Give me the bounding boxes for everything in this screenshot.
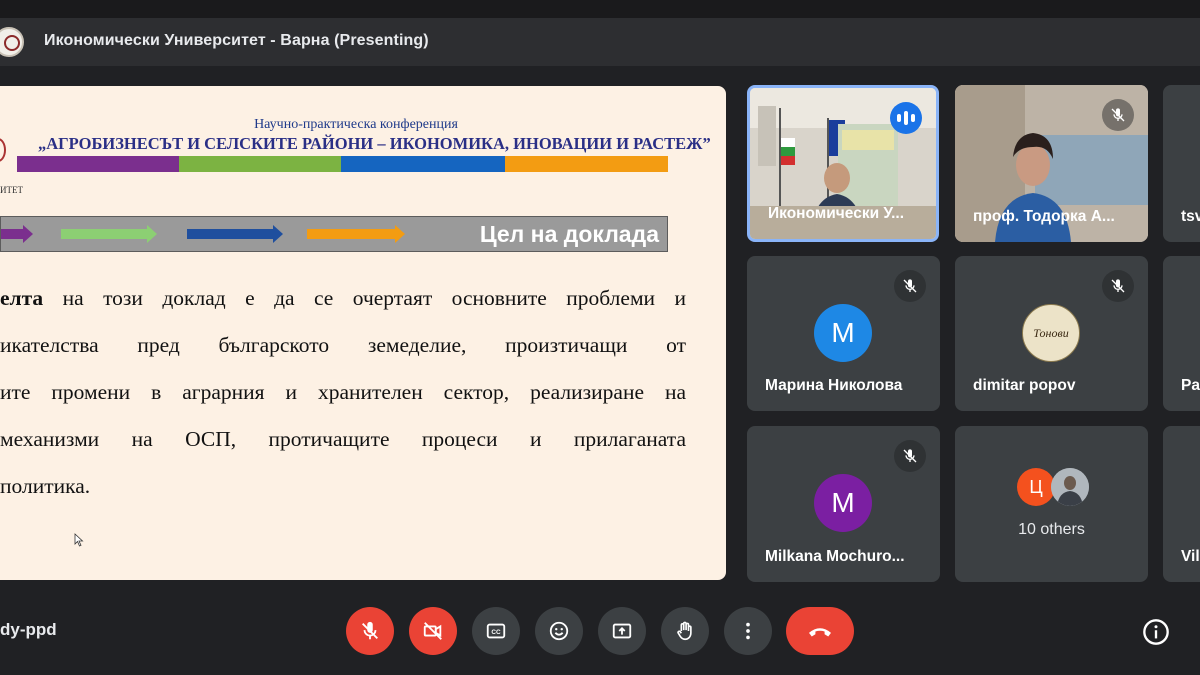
- participant-tile-7[interactable]: M Milkana Mochuro...: [747, 426, 940, 582]
- stripe-purple: [17, 156, 179, 172]
- mic-off-icon: [362, 621, 378, 640]
- participant-name: dimitar popov: [973, 377, 1076, 394]
- stripe-orange: [505, 156, 668, 172]
- body-bold-word: елта: [0, 286, 44, 310]
- goal-banner: Цел на доклада: [0, 216, 668, 252]
- body-line-1: елта на този доклад е да се очертаят осн…: [0, 286, 686, 333]
- university-logo-icon: [0, 27, 24, 57]
- avatar-photo: [1051, 468, 1089, 506]
- participant-tile-others[interactable]: Ц 10 others: [955, 426, 1148, 582]
- body-line-5: политика.: [0, 474, 91, 498]
- participant-name: Pa: [1181, 377, 1200, 394]
- participant-tile-2[interactable]: проф. Тодорка А...: [955, 85, 1148, 242]
- conference-subtitle: „АГРОБИЗНЕСЪТ И СЕЛСКИТЕ РАЙОНИ – ИКОНОМ…: [38, 134, 711, 153]
- info-icon[interactable]: [1142, 618, 1170, 646]
- raise-hand-icon: [677, 621, 692, 641]
- camera-toggle-button[interactable]: [409, 607, 457, 655]
- avatar: M: [814, 474, 872, 532]
- present-screen-icon: [612, 623, 632, 639]
- body-line-3: ите промени в аграрния и хранителен сект…: [0, 380, 686, 404]
- body-line-4: механизми на ОСП, протичащите процеси и …: [0, 427, 686, 451]
- mouse-cursor-icon: [74, 533, 84, 547]
- mic-off-icon: [1102, 270, 1134, 302]
- more-vert-icon: [746, 622, 750, 640]
- captions-button[interactable]: CC: [472, 607, 520, 655]
- participant-tile-6[interactable]: Pa: [1163, 256, 1200, 411]
- present-button[interactable]: [598, 607, 646, 655]
- speaking-indicator-icon: [890, 102, 922, 134]
- body-line-1-text: на този доклад е да се очертаят основнит…: [43, 286, 686, 310]
- mic-toggle-button[interactable]: [346, 607, 394, 655]
- participant-name: tsv: [1181, 208, 1200, 225]
- more-options-button[interactable]: [724, 607, 772, 655]
- participant-name: Марина Николова: [765, 377, 903, 394]
- avatar: Тонови: [1022, 304, 1080, 362]
- title-bar: Икономически Университет - Варна (Presen…: [0, 18, 1200, 66]
- participant-tile-1[interactable]: Икономически У...: [747, 85, 939, 242]
- emoji-icon: [549, 621, 569, 641]
- goal-title: Цел на доклада: [479, 221, 659, 247]
- stripe-blue: [341, 156, 505, 172]
- participant-name: проф. Тодорка А...: [973, 208, 1115, 225]
- arrow-orange: [307, 225, 405, 243]
- avatar: М: [814, 304, 872, 362]
- mic-off-icon: [1102, 99, 1134, 131]
- arrow-purple: [1, 225, 33, 243]
- slide-body-text: елта на този доклад е да се очертаят осн…: [0, 286, 686, 521]
- participant-tile-9[interactable]: Vil: [1163, 426, 1200, 582]
- avatar-text: Тонови: [1033, 325, 1069, 340]
- emblem-icon: [0, 138, 6, 162]
- participant-name: Milkana Mochuro...: [765, 548, 905, 565]
- captions-icon: CC: [486, 623, 506, 639]
- participant-name: Vil: [1181, 548, 1200, 565]
- top-strip: [0, 0, 1200, 18]
- svg-text:CC: CC: [491, 629, 501, 636]
- stripe-green: [179, 156, 341, 172]
- participant-tile-4[interactable]: М Марина Николова: [747, 256, 940, 411]
- emblem-text: ИТЕТ: [0, 185, 23, 195]
- emoji-button[interactable]: [535, 607, 583, 655]
- window-title: Икономически Университет - Варна (Presen…: [44, 32, 429, 49]
- end-call-icon: [809, 628, 831, 637]
- arrow-blue: [187, 225, 283, 243]
- arrow-green: [61, 225, 157, 243]
- mic-off-icon: [894, 270, 926, 302]
- participant-tile-3[interactable]: tsv: [1163, 85, 1200, 242]
- meeting-controls: dy-ppd CC: [0, 590, 1200, 675]
- participant-tile-5[interactable]: Тонови dimitar popov: [955, 256, 1148, 411]
- camera-off-icon: [423, 622, 442, 640]
- participant-name: Икономически У...: [768, 205, 905, 222]
- conference-title: Научно-практическа конференция: [254, 117, 458, 132]
- raise-hand-button[interactable]: [661, 607, 709, 655]
- mic-off-icon: [894, 440, 926, 472]
- presentation-slide: ИТЕТ Научно-практическа конференция „АГР…: [0, 86, 726, 580]
- meeting-code: dy-ppd: [0, 620, 57, 639]
- end-call-button[interactable]: [786, 607, 854, 655]
- avatar: Ц: [1017, 468, 1055, 506]
- body-line-2: икателства пред българското земеделие, п…: [0, 333, 686, 357]
- others-count: 10 others: [1018, 521, 1085, 538]
